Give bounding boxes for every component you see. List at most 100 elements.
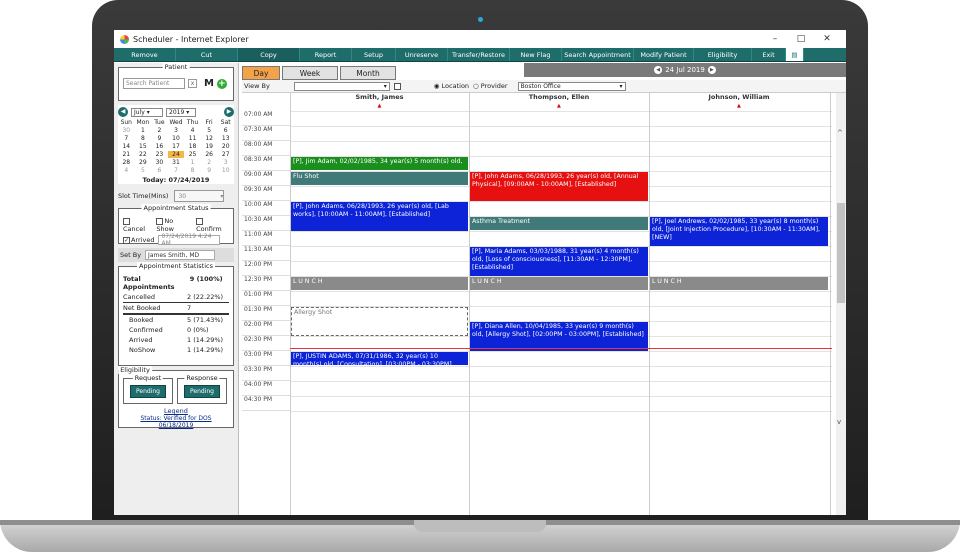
cancel-checkbox[interactable]: Cancel [123, 217, 152, 233]
clear-search-button[interactable]: x [188, 79, 197, 88]
calendar-day[interactable]: 6 [151, 167, 168, 174]
schedule-scrollbar[interactable]: ^ v [836, 93, 846, 515]
office-select[interactable]: Boston Office ▾ [517, 81, 626, 91]
appointment-block[interactable]: Flu Shot [291, 172, 468, 185]
calendar-day[interactable]: 2 [151, 127, 168, 134]
calendar-day[interactable]: 24 [167, 151, 185, 158]
scroll-thumb[interactable] [837, 203, 845, 303]
calendar-day[interactable]: 1 [135, 127, 152, 134]
request-pending-button[interactable]: Pending [130, 385, 166, 398]
export-icon[interactable]: ▤ [786, 48, 804, 61]
noshow-checkbox[interactable]: No Show [156, 217, 192, 233]
calendar-day[interactable]: 7 [118, 135, 135, 142]
calendar-day[interactable]: 28 [118, 159, 135, 166]
tab-month[interactable]: Month [340, 66, 396, 80]
provider-column-header[interactable]: Smith, James [290, 93, 469, 103]
calendar-day[interactable]: 9 [201, 167, 218, 174]
calendar-day[interactable]: 26 [201, 151, 218, 158]
appointment-block[interactable]: [P], John Adams, 06/28/1993, 26 year(s) … [291, 202, 468, 231]
year-select[interactable]: 2019 ▾ [166, 107, 196, 117]
calendar-day[interactable]: 22 [135, 151, 152, 158]
calendar-day[interactable]: 12 [201, 135, 218, 142]
minimize-button[interactable]: – [762, 34, 788, 44]
calendar-day[interactable]: 10 [168, 135, 185, 142]
scroll-down-icon[interactable]: v [837, 418, 841, 426]
tab-day[interactable]: Day [242, 66, 280, 80]
provider-column-header[interactable]: Thompson, Ellen [469, 93, 649, 103]
toolbar-eligibility-button[interactable]: Eligibility [694, 48, 752, 61]
prev-month-button[interactable]: ◀ [118, 107, 128, 117]
scroll-up-icon[interactable]: ^ [837, 129, 843, 137]
confirm-checkbox[interactable]: Confirm [196, 217, 229, 233]
search-patient-input[interactable]: Search Patient [123, 78, 185, 89]
toolbar-copy-button[interactable]: Copy [238, 48, 300, 61]
calendar-day[interactable]: 5 [135, 167, 152, 174]
calendar-day[interactable]: 30 [118, 127, 135, 134]
location-radio[interactable]: ◉ Location [434, 82, 469, 90]
calendar-day[interactable]: 8 [184, 167, 201, 174]
calendar-day[interactable]: 10 [217, 167, 234, 174]
appointment-block[interactable]: [P], John Adams, 06/28/1993, 26 year(s) … [470, 172, 648, 201]
calendar-day[interactable]: 4 [118, 167, 135, 174]
arrived-checkbox[interactable]: ✓ Arrived [123, 236, 154, 244]
toolbar-modify-patient-button[interactable]: Modify Patient [634, 48, 694, 61]
calendar-day[interactable]: 4 [184, 127, 201, 134]
toolbar-transfer-restore-button[interactable]: Transfer/Restore [448, 48, 510, 61]
slot-time-select[interactable]: 30 ▾ [174, 190, 225, 202]
response-pending-button[interactable]: Pending [184, 385, 220, 398]
calendar-day[interactable]: 5 [201, 127, 218, 134]
calendar-day[interactable]: 21 [118, 151, 135, 158]
legend-link[interactable]: Legend [123, 407, 229, 415]
toolbar-report-button[interactable]: Report [300, 48, 352, 61]
next-month-button[interactable]: ▶ [224, 107, 234, 117]
appointment-block[interactable]: [P], Joel Andrews, 02/02/1985, 33 year(s… [650, 217, 828, 246]
tab-week[interactable]: Week [282, 66, 338, 80]
toolbar-unreserve-button[interactable]: Unreserve [396, 48, 448, 61]
calendar-day[interactable]: 16 [151, 143, 168, 150]
next-day-button[interactable]: ▶ [707, 66, 716, 74]
toolbar-setup-button[interactable]: Setup [352, 48, 396, 61]
prev-day-button[interactable]: ◀ [654, 66, 663, 74]
maximize-button[interactable]: □ [788, 34, 814, 44]
toolbar-search-appointment-button[interactable]: Search Appointment [562, 48, 634, 61]
calendar-day[interactable]: 3 [168, 127, 185, 134]
calendar-day[interactable]: 9 [151, 135, 168, 142]
binoculars-icon[interactable]: M [204, 78, 214, 89]
appointment-block[interactable]: [P], JUSTIN ADAMS, 07/31/1986, 32 year(s… [291, 352, 468, 365]
appointment-block[interactable]: [P], Diana Allen, 10/04/1985, 33 year(s)… [470, 322, 648, 351]
calendar-day[interactable]: 8 [135, 135, 152, 142]
calendar-day[interactable]: 27 [217, 151, 234, 158]
add-patient-button[interactable]: + [216, 78, 227, 89]
calendar-day[interactable]: 25 [184, 151, 201, 158]
calendar-day[interactable]: 18 [184, 143, 201, 150]
calendar-day[interactable]: 23 [151, 151, 168, 158]
today-label[interactable]: Today: 07/24/2019 [118, 176, 234, 184]
calendar-day[interactable]: 2 [201, 159, 218, 166]
appointment-block[interactable]: Allergy Shot [291, 307, 468, 336]
calendar-day[interactable]: 3 [217, 159, 234, 166]
calendar-day[interactable]: 19 [201, 143, 218, 150]
view-by-select[interactable]: ▾ [293, 81, 390, 91]
calendar-day[interactable]: 31 [168, 159, 185, 166]
appointment-block[interactable]: [P], Jim Adam, 02/02/1985, 34 year(s) 5 … [291, 157, 468, 170]
close-button[interactable]: ✕ [814, 34, 840, 44]
calendar-day[interactable]: 1 [184, 159, 201, 166]
month-select[interactable]: July ▾ [131, 107, 163, 117]
appointment-block[interactable]: Asthma Treatment [470, 217, 648, 230]
calendar-day[interactable]: 11 [184, 135, 201, 142]
eligibility-status-link[interactable]: Status: Verified for DOS 06/18/2019 [123, 415, 229, 429]
calendar-day[interactable]: 29 [135, 159, 152, 166]
provider-radio[interactable]: ○ Provider [473, 82, 508, 90]
appointment-block[interactable]: [P], Maria Adams, 03/03/1988, 31 year(s)… [470, 247, 648, 276]
toolbar-remove-button[interactable]: Remove [114, 48, 176, 61]
calendar-day[interactable]: 7 [168, 167, 185, 174]
view-by-checkbox[interactable] [393, 82, 401, 90]
calendar-day[interactable]: 20 [217, 143, 234, 150]
calendar-day[interactable]: 17 [168, 143, 185, 150]
toolbar-cut-button[interactable]: Cut [176, 48, 238, 61]
provider-column-header[interactable]: Johnson, William [649, 93, 829, 103]
toolbar-exit-button[interactable]: Exit [752, 48, 786, 61]
calendar-day[interactable]: 6 [217, 127, 234, 134]
calendar-day[interactable]: 13 [217, 135, 234, 142]
toolbar-new-flag-button[interactable]: New Flag [510, 48, 562, 61]
